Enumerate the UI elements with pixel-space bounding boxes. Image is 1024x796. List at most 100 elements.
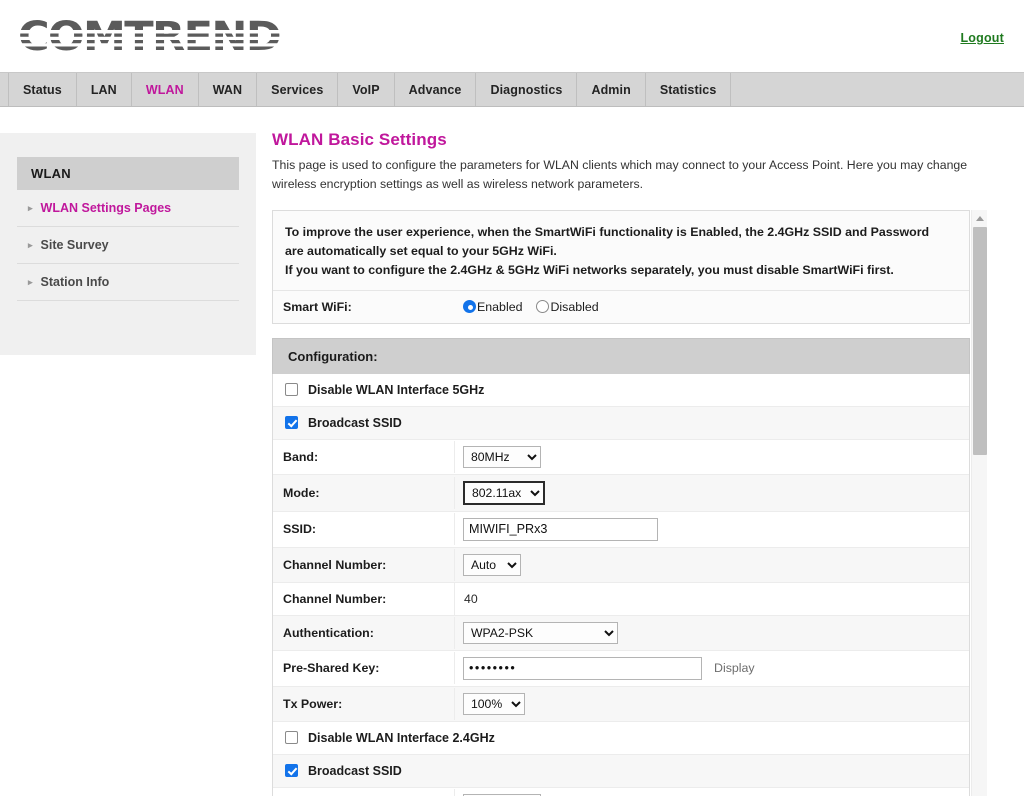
preshared-key-input[interactable]	[463, 656, 702, 680]
nav-item-advance[interactable]: Advance	[395, 73, 477, 106]
triangle-up-icon	[976, 215, 984, 221]
mode-5ghz-row: Mode: 802.11ax	[273, 474, 969, 512]
chevron-right-icon: ▸	[28, 202, 33, 213]
configuration-section: Configuration: Disable WLAN Interface 5G…	[272, 337, 970, 796]
authentication-select[interactable]: WPA2-PSK	[463, 621, 618, 644]
broadcast-ssid-5ghz-row[interactable]: Broadcast SSID	[273, 406, 969, 440]
tx-power-control: 100%	[455, 687, 969, 721]
smartwifi-control: Enabled Disabled	[455, 294, 969, 320]
notice-line-2: are automatically set equal to your 5GHz…	[285, 243, 557, 258]
sidebar-item-wlan-settings-pages[interactable]: ▸ WLAN Settings Pages	[17, 190, 239, 227]
ssid-5ghz-label: SSID:	[273, 513, 455, 546]
channel-number-static-value: 40	[464, 591, 478, 606]
broadcast-ssid-24ghz-checkbox[interactable]	[285, 764, 298, 778]
smartwifi-label: Smart WiFi:	[283, 299, 352, 314]
band-24ghz-label: Band:	[273, 788, 455, 796]
smartwifi-notice: To improve the user experience, when the…	[273, 211, 969, 291]
scroll-up-button[interactable]	[972, 210, 988, 226]
broadcast-ssid-5ghz-label: Broadcast SSID	[308, 415, 402, 430]
nav-item-lan[interactable]: LAN	[77, 73, 132, 106]
settings-scroll-region: To improve the user experience, when the…	[272, 210, 1001, 796]
main-navigation: Status LAN WLAN WAN Services VoIP Advanc…	[0, 72, 1024, 107]
ssid-5ghz-input[interactable]	[463, 517, 658, 541]
nav-item-wlan[interactable]: WLAN	[132, 73, 199, 106]
channel-number-select-control: Auto	[455, 548, 969, 582]
radio-selected-icon[interactable]	[463, 300, 476, 314]
sidebar-item-label: Site Survey	[40, 238, 109, 252]
channel-number-select[interactable]: Auto	[463, 553, 521, 576]
disable-wlan-5ghz-label: Disable WLAN Interface 5GHz	[308, 382, 485, 397]
channel-number-static-label: Channel Number:	[273, 582, 455, 615]
configuration-panel: Disable WLAN Interface 5GHz Broadcast SS…	[272, 373, 970, 796]
nav-item-status[interactable]: Status	[8, 73, 77, 106]
smartwifi-radio-group: Enabled Disabled	[463, 300, 599, 314]
main-content: WLAN Basic Settings This page is used to…	[256, 107, 1024, 796]
notice-line-3: If you want to configure the 2.4GHz & 5G…	[285, 262, 894, 277]
radio-unselected-icon[interactable]	[536, 300, 550, 314]
sidebar-item-label: Station Info	[40, 275, 110, 289]
band-5ghz-select[interactable]: 80MHz	[463, 445, 541, 468]
nav-item-admin[interactable]: Admin	[577, 73, 646, 106]
chevron-right-icon: ▸	[28, 239, 33, 250]
broadcast-ssid-24ghz-row[interactable]: Broadcast SSID	[273, 754, 969, 788]
authentication-label: Authentication:	[273, 616, 455, 649]
nav-item-diagnostics[interactable]: Diagnostics	[476, 73, 578, 106]
broadcast-ssid-5ghz-checkbox[interactable]	[285, 416, 298, 430]
preshared-key-row: Pre-Shared Key: Display	[273, 650, 969, 687]
disable-wlan-24ghz-checkbox[interactable]	[285, 731, 298, 745]
disable-wlan-5ghz-row[interactable]: Disable WLAN Interface 5GHz	[273, 373, 969, 407]
channel-number-select-label: Channel Number:	[273, 548, 455, 581]
disable-wlan-24ghz-label: Disable WLAN Interface 2.4GHz	[308, 730, 495, 745]
nav-item-services[interactable]: Services	[257, 73, 339, 106]
smartwifi-enabled-label: Enabled	[477, 299, 523, 314]
band-5ghz-row: Band: 80MHz	[273, 439, 969, 475]
logout-link[interactable]: Logout	[960, 31, 1004, 45]
mode-5ghz-control: 802.11ax	[455, 475, 969, 511]
broadcast-ssid-24ghz-label: Broadcast SSID	[308, 763, 402, 778]
page-title: WLAN Basic Settings	[272, 130, 447, 149]
band-24ghz-row: Band: 20MHz	[273, 787, 969, 796]
tx-power-label: Tx Power:	[273, 687, 455, 720]
nav-filler	[731, 73, 803, 106]
preshared-key-display-label[interactable]: Display	[714, 661, 755, 675]
band-5ghz-control: 80MHz	[455, 440, 969, 474]
page-body: WLAN ▸ WLAN Settings Pages ▸ Site Survey…	[0, 107, 1024, 796]
channel-number-select-row: Channel Number: Auto	[273, 547, 969, 583]
page-header: COMTREND Logout	[0, 0, 1024, 72]
mode-5ghz-label: Mode:	[273, 476, 455, 509]
nav-item-voip[interactable]: VoIP	[338, 73, 395, 106]
settings-scroll-content: To improve the user experience, when the…	[272, 210, 972, 796]
tx-power-select[interactable]: 100%	[463, 692, 525, 715]
disable-wlan-5ghz-checkbox[interactable]	[285, 383, 298, 397]
configuration-heading: Configuration:	[272, 337, 970, 374]
nav-item-wan[interactable]: WAN	[199, 73, 258, 106]
authentication-control: WPA2-PSK	[455, 616, 969, 650]
smartwifi-panel: To improve the user experience, when the…	[272, 210, 970, 324]
page-description: This page is used to configure the param…	[272, 158, 968, 192]
smartwifi-disabled-label: Disabled	[550, 299, 599, 314]
ssid-5ghz-row: SSID:	[273, 511, 969, 548]
notice-line-1: To improve the user experience, when the…	[285, 225, 930, 240]
sidebar-item-site-survey[interactable]: ▸ Site Survey	[17, 227, 239, 264]
smartwifi-row: Smart WiFi: Enabled Disabled	[273, 290, 969, 323]
preshared-key-control: Display	[455, 651, 969, 686]
sidebar-item-label: WLAN Settings Pages	[40, 201, 172, 215]
comtrend-logo: COMTREND	[18, 16, 280, 58]
band-5ghz-label: Band:	[273, 440, 455, 473]
ssid-5ghz-control	[455, 512, 969, 547]
preshared-key-label: Pre-Shared Key:	[273, 652, 455, 685]
smartwifi-enabled-option[interactable]: Enabled	[463, 300, 522, 314]
sidebar-heading: WLAN	[17, 157, 239, 190]
authentication-row: Authentication: WPA2-PSK	[273, 615, 969, 651]
sidebar-item-station-info[interactable]: ▸ Station Info	[17, 264, 239, 301]
scrollbar-thumb[interactable]	[973, 227, 987, 456]
smartwifi-disabled-option[interactable]: Disabled	[536, 299, 599, 314]
chevron-right-icon: ▸	[28, 276, 33, 287]
band-24ghz-control: 20MHz	[455, 788, 969, 796]
sidebar: WLAN ▸ WLAN Settings Pages ▸ Site Survey…	[0, 133, 256, 355]
mode-5ghz-select[interactable]: 802.11ax	[463, 480, 545, 505]
disable-wlan-24ghz-row[interactable]: Disable WLAN Interface 2.4GHz	[273, 721, 969, 755]
settings-scrollbar[interactable]	[971, 210, 987, 796]
tx-power-row: Tx Power: 100%	[273, 686, 969, 722]
nav-item-statistics[interactable]: Statistics	[646, 73, 732, 106]
